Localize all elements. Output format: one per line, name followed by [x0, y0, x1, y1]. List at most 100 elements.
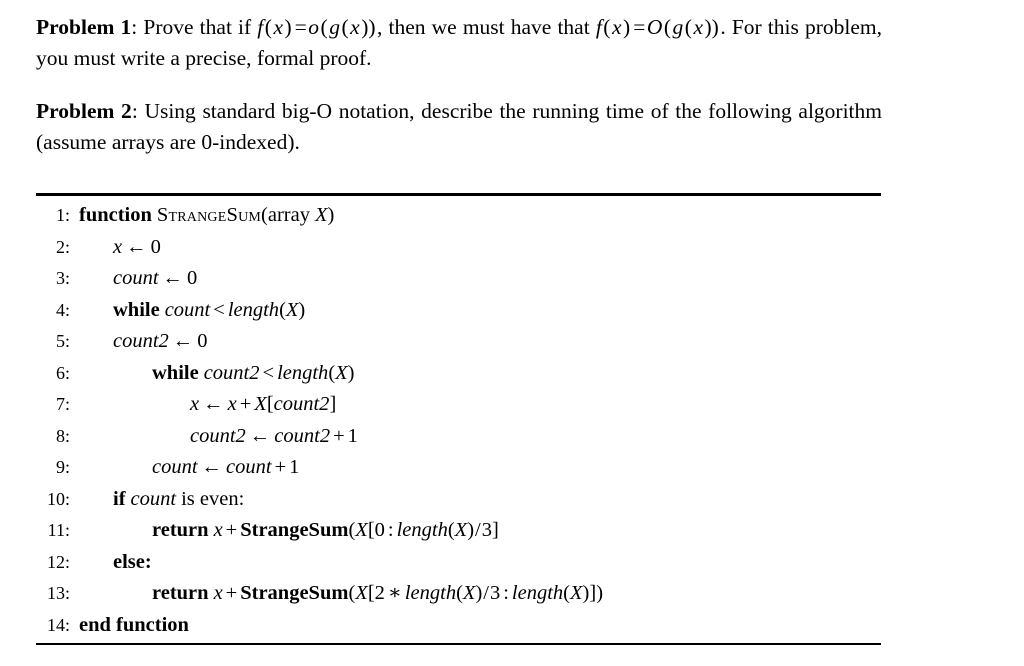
problem-2-paragraph: Problem 2: Using standard big-O notation…	[36, 96, 882, 158]
var-x: x	[113, 235, 123, 258]
var-count: count	[226, 456, 272, 478]
keyword-return: return	[152, 519, 209, 541]
line-code: end function	[70, 610, 189, 642]
line-code: count2 ← count2 +1	[70, 421, 358, 453]
plus-operator: +	[239, 393, 252, 415]
algorithm-top-rule	[36, 193, 881, 196]
keyword-while: while	[152, 361, 199, 384]
var-count2: count2	[273, 393, 330, 415]
line-number: 6	[36, 358, 70, 390]
equals-1: =	[294, 15, 307, 39]
algorithm-block: 1 functionStrangeSum(arrayX) 2 x←0 3 cou…	[36, 193, 881, 645]
algorithm-line-9: 9 count←count+1	[36, 452, 881, 484]
var-x-array: X	[462, 582, 476, 604]
slice-colon: :	[503, 582, 509, 604]
var-x-array: X	[355, 582, 368, 604]
factor-two: 2	[374, 582, 385, 604]
paren-open-3: (	[341, 15, 349, 39]
algorithm-bottom-rule	[36, 643, 881, 645]
var-x: x	[190, 393, 200, 415]
line-number: 1	[36, 200, 70, 232]
plus-operator: +	[274, 456, 287, 478]
paren-close: )	[467, 519, 475, 541]
plus-operator: +	[225, 582, 238, 604]
line-number: 9	[36, 452, 70, 484]
paren-open: (	[447, 519, 455, 541]
problem-1-text-before: Prove that if	[143, 15, 258, 39]
paren-open: (	[261, 204, 268, 226]
param-x: X	[314, 204, 328, 226]
var-x-array: X	[570, 582, 583, 604]
line-number: 10	[36, 484, 70, 516]
keyword-if: if	[113, 487, 126, 510]
paren-close-3: )	[623, 15, 631, 39]
literal-zero: 0	[197, 330, 208, 352]
line-code: x ← x + X[count2]	[70, 389, 336, 421]
paren-close-2: ))	[361, 15, 376, 39]
less-than-operator: <	[213, 298, 225, 321]
keyword-while: while	[113, 298, 160, 321]
line-number: 7	[36, 389, 70, 421]
paren-open-2: (	[320, 15, 328, 39]
literal-one: 1	[347, 424, 358, 447]
func-length: length	[277, 361, 329, 384]
math-big-o: O	[646, 15, 663, 39]
line-code: else:	[70, 547, 152, 579]
bracket-open: [	[266, 393, 274, 415]
literal-one: 1	[289, 456, 300, 478]
line-number: 12	[36, 547, 70, 579]
math-x-3: x	[611, 15, 622, 39]
algorithm-line-13: 13 returnx+StrangeSum(X[2∗length(X)/3:le…	[36, 578, 881, 610]
bracket-open: [	[367, 519, 375, 541]
algorithm-line-12: 12 else:	[36, 547, 881, 579]
var-x-array: X	[335, 361, 348, 384]
var-count: count	[164, 298, 211, 321]
var-count2: count2	[113, 330, 169, 352]
var-count: count	[152, 456, 198, 478]
math-little-o: o	[308, 15, 320, 39]
paren-close: )	[327, 204, 335, 226]
algorithm-line-10: 10 ifcountis even:	[36, 484, 881, 516]
problem-1-text-middle: , then we must have that	[377, 15, 596, 39]
var-x-array: X	[254, 393, 267, 415]
algorithm-line-3: 3 count←0	[36, 263, 881, 295]
func-length: length	[404, 582, 457, 604]
line-number: 3	[36, 263, 70, 295]
procedure-name: StrangeSum	[156, 204, 262, 226]
var-count2: count2	[203, 361, 260, 384]
literal-zero: 0	[187, 267, 198, 289]
var-x: x	[227, 393, 237, 415]
line-number: 4	[36, 295, 70, 327]
paren-open: (	[279, 298, 286, 321]
var-x: x	[213, 582, 223, 604]
recursive-call-name: StrangeSum	[240, 582, 349, 604]
func-length: length	[227, 298, 280, 321]
divide-operator: /	[475, 519, 481, 541]
line-code: function StrangeSum(array X)	[70, 200, 334, 232]
line-number: 5	[36, 326, 70, 358]
algorithm-line-8: 8 count2←count2+1	[36, 421, 881, 453]
paren-open-1: (	[264, 15, 272, 39]
var-x: x	[213, 519, 223, 541]
algorithm-line-11: 11 returnx+StrangeSum(X[0:length(X)/3]	[36, 515, 881, 547]
problem-statements: Problem 1: Prove that if f(x) =o(g(x)), t…	[36, 12, 882, 158]
func-length: length	[511, 582, 564, 604]
keyword-function: function	[79, 204, 152, 226]
divisor-three: 3	[489, 582, 501, 604]
line-number: 2	[36, 232, 70, 264]
paren-open-6: (	[684, 15, 692, 39]
line-code: if count is even:	[70, 484, 244, 516]
math-g-2: g	[672, 15, 684, 39]
paren-open: (	[456, 582, 463, 604]
assign-arrow-icon: ←	[203, 393, 224, 415]
equals-2: =	[633, 15, 646, 39]
paren-open: (	[563, 582, 570, 604]
multiply-operator: ∗	[387, 582, 402, 604]
assign-arrow-icon: ←	[126, 235, 147, 258]
line-code: x ← 0	[70, 232, 161, 264]
divide-operator: /	[483, 582, 489, 604]
var-count: count	[130, 487, 177, 510]
plus-operator: +	[333, 424, 345, 447]
paren-open-5: (	[663, 15, 672, 39]
problem-2-separator: :	[131, 99, 138, 123]
